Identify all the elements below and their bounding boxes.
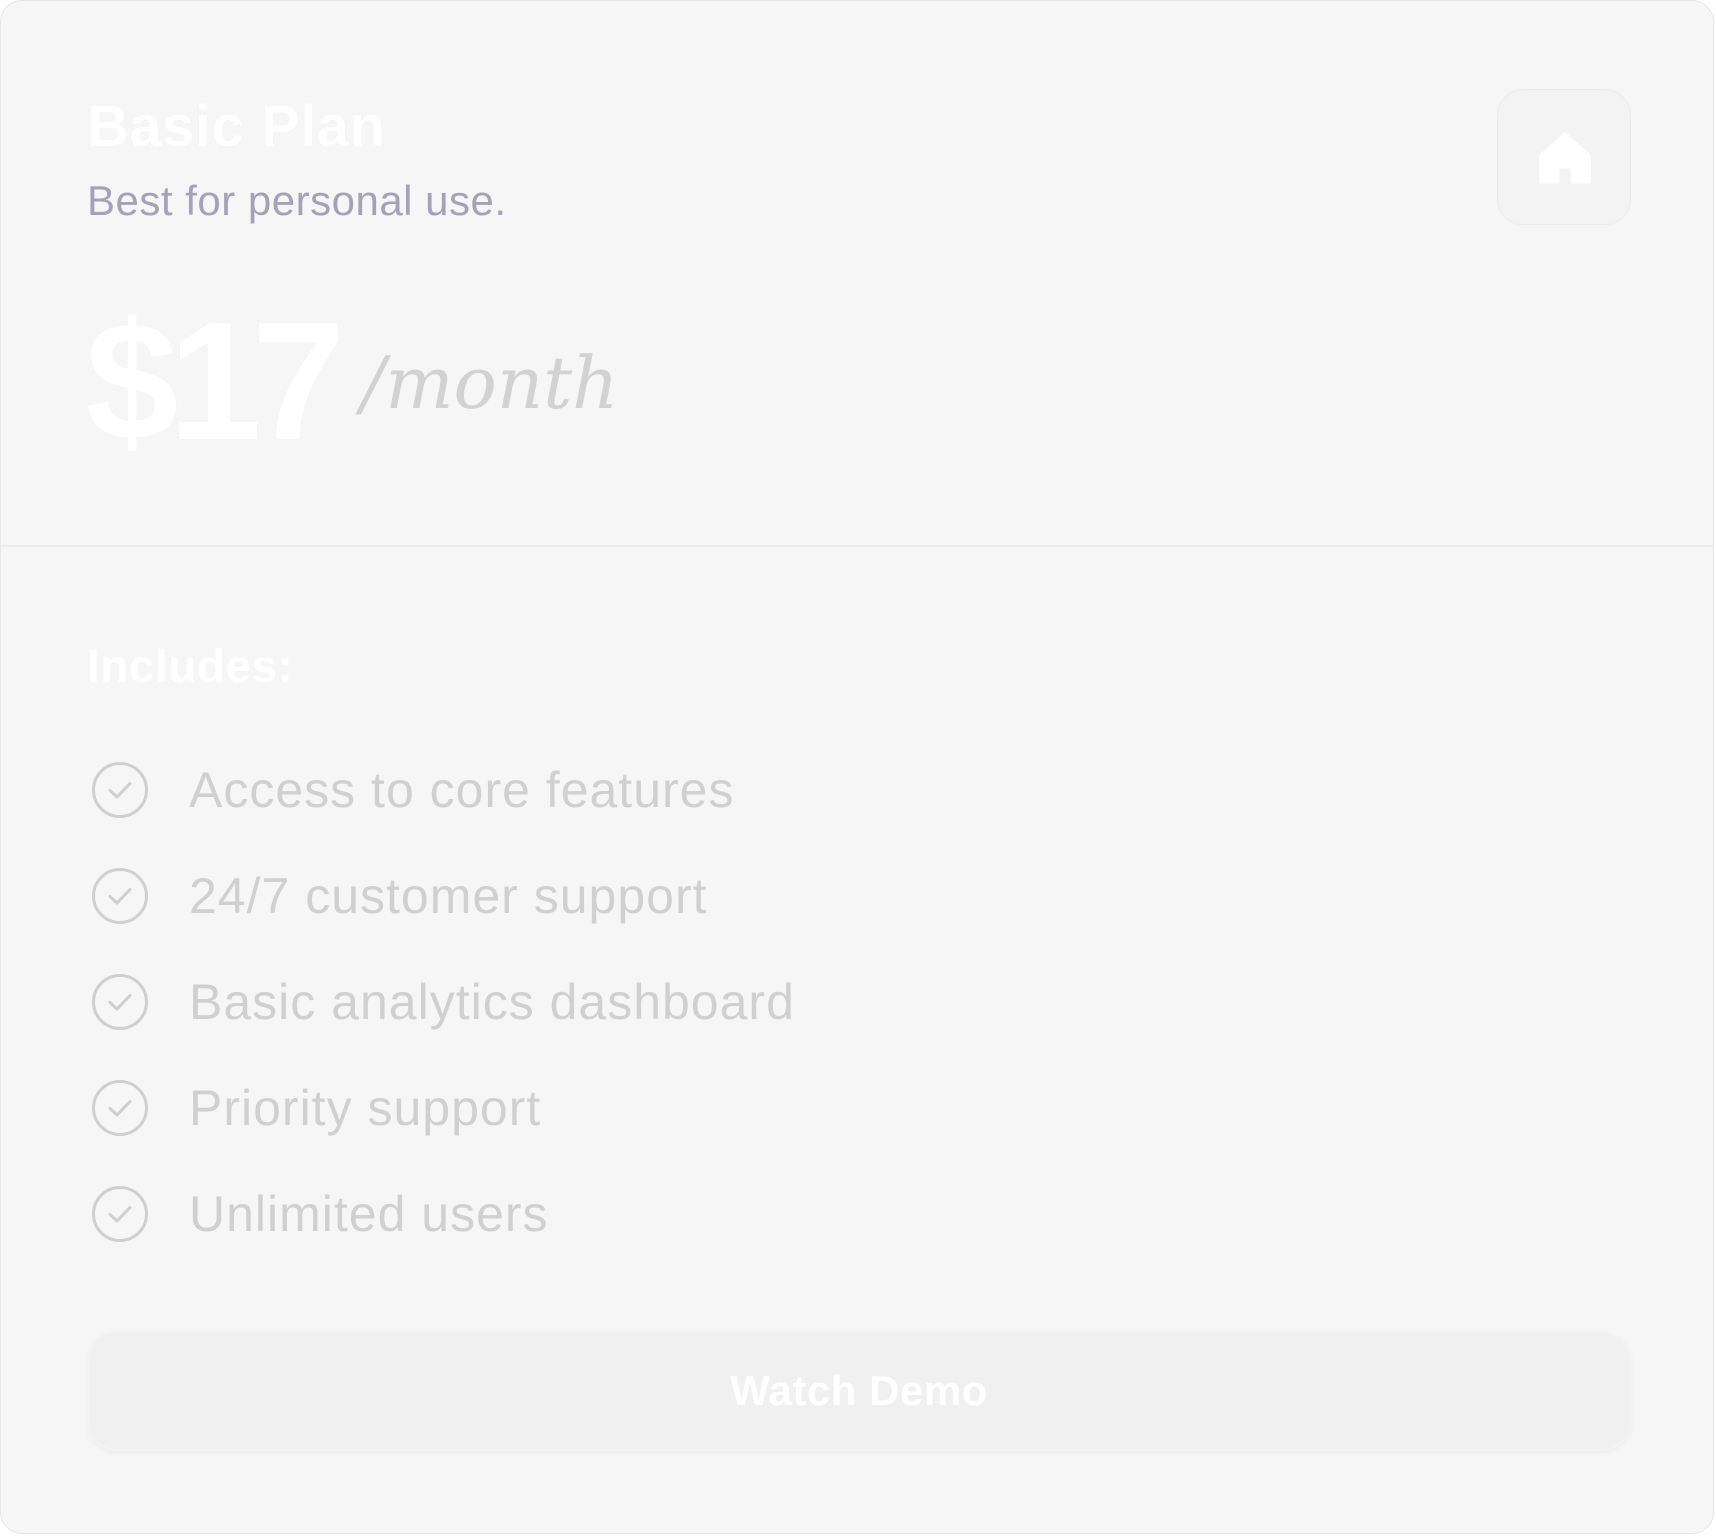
feature-label: Priority support [189,1080,542,1136]
plan-icon-box [1497,89,1631,225]
price-period: /month [361,341,619,425]
feature-list: Access to core features 24/7 customer su… [91,737,795,1267]
price-amount: $17 [85,287,345,475]
pricing-card: Basic Plan Best for personal use. $17 /m… [0,0,1714,1534]
feature-item: Priority support [91,1055,795,1161]
card-header: Basic Plan Best for personal use. $17 /m… [1,1,1713,547]
watch-demo-button[interactable]: Watch Demo [87,1331,1631,1451]
feature-item: 24/7 customer support [91,843,795,949]
plan-title: Basic Plan [87,94,386,159]
feature-label: Unlimited users [189,1186,549,1242]
feature-item: Unlimited users [91,1161,795,1267]
home-icon [1539,132,1591,184]
feature-label: Access to core features [189,762,735,818]
feature-label: Basic analytics dashboard [189,974,795,1030]
check-circle-icon [92,1186,148,1242]
check-circle-icon [92,868,148,924]
includes-heading: Includes: [87,640,294,692]
check-circle-icon [92,1080,148,1136]
feature-label: 24/7 customer support [189,868,708,924]
check-circle-icon [92,762,148,818]
feature-item: Access to core features [91,737,795,843]
check-circle-icon [92,974,148,1030]
feature-item: Basic analytics dashboard [91,949,795,1055]
plan-subtitle: Best for personal use. [87,177,507,224]
